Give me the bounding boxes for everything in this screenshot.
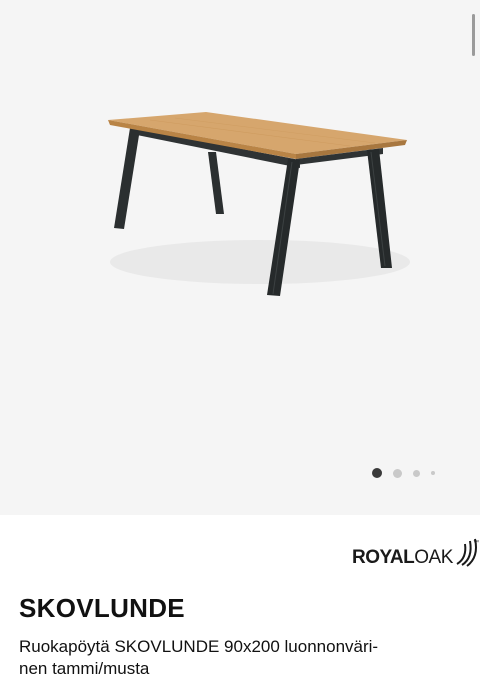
scrollbar[interactable]	[472, 14, 475, 56]
brand-wordmark: ROYALOAK	[352, 548, 453, 570]
brand-oak-text: OAK	[414, 547, 453, 568]
carousel-dot-3[interactable]	[413, 469, 420, 477]
product-title: SKOVLUNDE	[19, 593, 185, 623]
royal-oak-logo[interactable]: ROYALOAK ™	[352, 536, 480, 570]
product-description-line-2: nen tammi/musta	[19, 659, 150, 678]
carousel-dot-4[interactable]	[431, 471, 435, 475]
logo-arcs-icon: ™	[456, 538, 479, 567]
logo-tm: ™	[473, 539, 479, 546]
carousel-dot-1-active[interactable]	[372, 468, 382, 478]
product-image-table[interactable]	[0, 0, 480, 515]
carousel-pagination[interactable]	[372, 466, 435, 480]
carousel-dot-2[interactable]	[393, 468, 402, 478]
product-description: Ruokapöytä SKOVLUNDE 90x200 luonnonväri-…	[19, 636, 464, 680]
brand-royal-text: ROYAL	[352, 547, 415, 568]
product-description-line-1: Ruokapöytä SKOVLUNDE 90x200 luonnonväri-	[19, 637, 379, 656]
product-image-gallery[interactable]	[0, 0, 480, 515]
